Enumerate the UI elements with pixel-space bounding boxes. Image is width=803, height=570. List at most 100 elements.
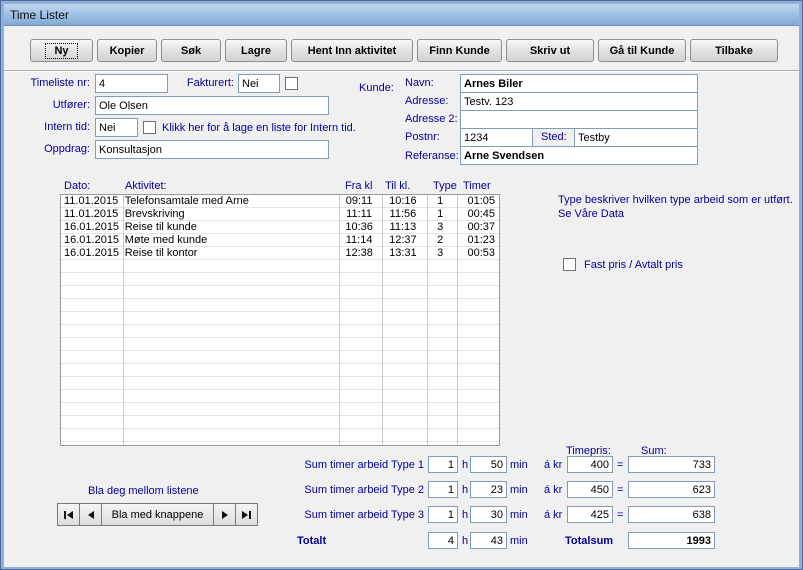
postnr-field[interactable]: 1234 (460, 128, 533, 147)
nav-prev-button[interactable] (79, 503, 102, 526)
sted-label: Sted: (541, 131, 567, 143)
type-hint-text: Type beskriver hvilken type arbeid som e… (558, 194, 793, 220)
min-label: min (510, 484, 528, 496)
type2-pris-field[interactable]: 450 (567, 481, 613, 498)
skriv-ut-button[interactable]: Skriv ut (506, 39, 594, 62)
first-page-icon (64, 510, 66, 519)
app-window: Time Lister Ny Kopier Søk Lagre Hent Inn… (0, 0, 803, 570)
type3-sum-field[interactable]: 638 (628, 506, 715, 523)
record-navigator: Bla med knappene (57, 503, 258, 526)
totalt-label: Totalt (297, 535, 327, 547)
adresse-label: Adresse: (405, 95, 449, 107)
referanse-field[interactable]: Arne Svendsen (460, 146, 698, 165)
table-row[interactable]: 16.01.2015 Reise til kunde 10:36 11:13 3… (61, 221, 499, 234)
finn-kunde-button[interactable]: Finn Kunde (417, 39, 502, 62)
nav-last-button[interactable] (235, 503, 258, 526)
intern-tid-label: Intern tid: (44, 121, 90, 133)
nav-next-button[interactable] (213, 503, 236, 526)
sted-field[interactable]: Testby (574, 128, 698, 147)
column-separator (457, 195, 458, 445)
sum-type1-label: Sum timer arbeid Type 1 (304, 459, 424, 471)
cell-type: 3 (437, 247, 444, 259)
arrow-left-icon (67, 510, 73, 519)
akr-label: á kr (544, 459, 563, 471)
window-title: Time Lister (10, 7, 69, 22)
cell-til: 11:13 (389, 221, 417, 233)
totalsum-label: Totalsum (565, 535, 614, 547)
timeliste-nr-field[interactable]: 4 (95, 74, 168, 93)
nav-first-button[interactable] (57, 503, 80, 526)
cell-aktivitet: Brevskriving (124, 208, 185, 220)
oppdrag-field[interactable]: Konsultasjon (95, 140, 329, 159)
utforer-field[interactable]: Ole Olsen (95, 96, 329, 115)
intern-tid-field[interactable]: Nei (95, 118, 138, 137)
cell-dato: 16.01.2015 (64, 247, 120, 259)
utforer-label: Utfører: (52, 99, 90, 111)
navn-label: Navn: (405, 77, 434, 89)
cell-type: 2 (437, 234, 444, 246)
ny-button[interactable]: Ny (30, 39, 93, 62)
last-page-icon (249, 510, 251, 519)
adresse2-field[interactable] (460, 110, 698, 129)
lagre-button[interactable]: Lagre (225, 39, 287, 62)
fast-pris-checkbox[interactable] (563, 258, 576, 271)
type1-hours-field[interactable]: 1 (428, 456, 458, 473)
table-row[interactable]: 16.01.2015 Møte med kunde 11:14 12:37 2 … (61, 234, 499, 247)
cell-dato: 11.01.2015 (64, 208, 119, 220)
cell-til: 13:31 (389, 247, 417, 259)
postnr-label: Postnr: (405, 131, 440, 143)
table-row[interactable]: 11.01.2015 Telefonsamtale med Arne 09:11… (61, 195, 499, 208)
arrow-right-icon (242, 510, 248, 519)
col-dato-header: Dato: (64, 180, 91, 192)
type1-min-field[interactable]: 50 (470, 456, 507, 473)
cell-aktivitet: Reise til kunde (124, 221, 197, 233)
fakturert-checkbox[interactable] (285, 77, 298, 90)
type2-sum-field[interactable]: 623 (628, 481, 715, 498)
total-hours-field[interactable]: 4 (428, 532, 458, 549)
intern-tid-checkbox[interactable] (143, 121, 156, 134)
cell-type: 3 (437, 221, 444, 233)
cell-timer: 01:23 (467, 234, 495, 246)
type3-pris-field[interactable]: 425 (567, 506, 613, 523)
cell-fra: 11:14 (345, 234, 373, 246)
fakturert-field[interactable]: Nei (238, 74, 280, 93)
totalsum-field[interactable]: 1993 (628, 532, 715, 549)
intern-tid-hint[interactable]: Klikk her for å lage en liste for Intern… (162, 122, 356, 134)
table-row[interactable]: 11.01.2015 Brevskriving 11:11 11:56 1 00… (61, 208, 499, 221)
equals-label: = (617, 509, 624, 521)
type3-hours-field[interactable]: 1 (428, 506, 458, 523)
cell-fra: 12:38 (345, 247, 373, 259)
type3-min-field[interactable]: 30 (470, 506, 507, 523)
navn-field[interactable]: Arnes Biler (460, 74, 698, 93)
tilbake-button[interactable]: Tilbake (690, 39, 778, 62)
type2-min-field[interactable]: 23 (470, 481, 507, 498)
fast-pris-label: Fast pris / Avtalt pris (584, 259, 683, 271)
activity-table[interactable]: 11.01.2015 Telefonsamtale med Arne 09:11… (60, 194, 500, 446)
sok-button[interactable]: Søk (161, 39, 221, 62)
arrow-right-icon (221, 510, 228, 519)
cell-fra: 10:36 (345, 221, 373, 233)
col-timer-header: Timer (463, 180, 491, 192)
table-row[interactable]: 16.01.2015 Reise til kontor 12:38 13:31 … (61, 247, 499, 260)
oppdrag-label: Oppdrag: (44, 143, 90, 155)
column-separator (382, 195, 383, 445)
toolbar: Ny Kopier Søk Lagre Hent Inn aktivitet F… (30, 39, 778, 62)
type1-sum-field[interactable]: 733 (628, 456, 715, 473)
cell-timer: 01:05 (467, 195, 495, 207)
cell-timer: 00:53 (467, 247, 495, 259)
akr-label: á kr (544, 484, 563, 496)
equals-label: = (617, 459, 624, 471)
kopier-button[interactable]: Kopier (97, 39, 157, 62)
ga-til-kunde-button[interactable]: Gå til Kunde (598, 39, 686, 62)
cell-aktivitet: Reise til kontor (124, 247, 198, 259)
total-min-field[interactable]: 43 (470, 532, 507, 549)
titlebar[interactable]: Time Lister (4, 4, 799, 26)
type2-hours-field[interactable]: 1 (428, 481, 458, 498)
adresse-field[interactable]: Testv. 123 (460, 92, 698, 111)
fakturert-label: Fakturert: (186, 77, 234, 89)
cell-til: 10:16 (389, 195, 417, 207)
sum-type2-label: Sum timer arbeid Type 2 (304, 484, 424, 496)
hent-inn-aktivitet-button[interactable]: Hent Inn aktivitet (291, 39, 413, 62)
type1-pris-field[interactable]: 400 (567, 456, 613, 473)
column-separator (339, 195, 340, 445)
